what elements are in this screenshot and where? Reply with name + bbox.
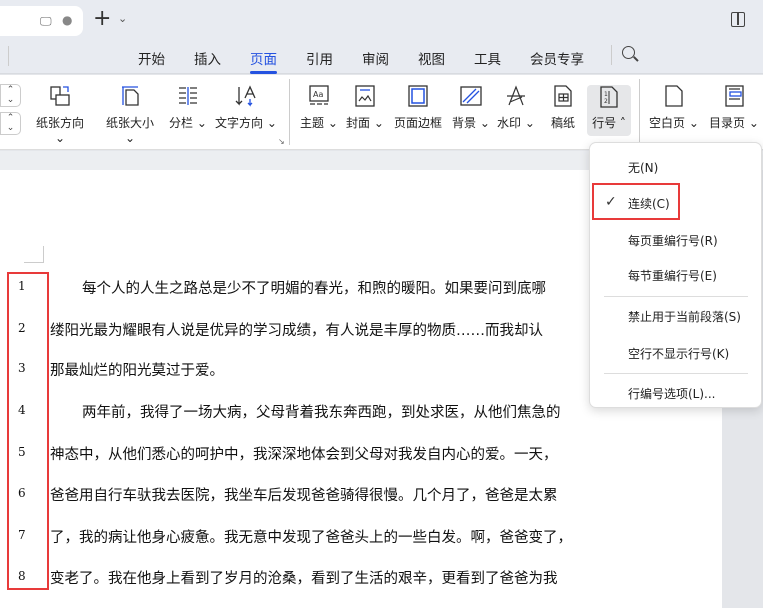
page-border-icon xyxy=(408,85,428,107)
unsaved-dot-icon: ● xyxy=(62,13,73,27)
text-line: 两年前，我得了一场大病，父母背着我东奔西跑，到处求医，从他们焦急的 xyxy=(82,405,561,421)
theme-icon: Aa xyxy=(309,85,329,105)
text-direction-icon xyxy=(235,85,256,107)
new-tab-button[interactable]: + xyxy=(93,6,111,31)
toc-page-icon xyxy=(725,85,744,107)
watermark-button[interactable]: 水印 ⌄ xyxy=(497,84,535,131)
columns-button[interactable]: 分栏 ⌄ xyxy=(168,84,208,131)
divider xyxy=(611,45,612,65)
line-numbers-dropdown: 无(N) ✓ 连续(C) 每页重编行号(R) 每节重编行号(E) 禁止用于当前段… xyxy=(589,142,762,408)
tab-member[interactable]: 会员专享 xyxy=(530,48,584,68)
menu-divider xyxy=(604,296,748,297)
text-line: 变老了。我在他身上看到了岁月的沧桑，看到了生活的艰辛，更看到了爸爸为我 xyxy=(50,571,558,587)
menu-item-hide-blank-lines[interactable]: 空行不显示行号(K) xyxy=(628,345,729,362)
background-icon xyxy=(460,86,482,106)
blank-page-button[interactable]: 空白页 ⌄ xyxy=(648,84,700,131)
cover-button[interactable]: 封面 ⌄ xyxy=(346,84,384,131)
svg-text:2: 2 xyxy=(604,98,608,105)
text-direction-button[interactable]: 文字方向 ⌄ xyxy=(215,84,277,131)
tab-view[interactable]: 视图 xyxy=(418,48,445,68)
text-line: 神态中，从他们悉心的呵护中，我深深地体会到父母对我发自内心的爱。一天， xyxy=(50,447,558,463)
manuscript-icon xyxy=(554,85,572,107)
ribbon-toolbar: ⌃ ⌄ ⌃ ⌄ 纸张方向 ⌄ 纸张大小 ⌄ 分栏 ⌄ 文字方向 ⌄ ↘ Aa 主题 … xyxy=(0,75,763,150)
menu-item-suppress-paragraph[interactable]: 禁止用于当前段落(S) xyxy=(628,308,741,325)
search-icon[interactable] xyxy=(622,46,635,59)
spinner-top[interactable]: ⌃ ⌄ xyxy=(0,84,21,107)
divider xyxy=(639,79,640,145)
menu-item-restart-each-section[interactable]: 每节重编行号(E) xyxy=(628,267,717,284)
menu-item-none[interactable]: 无(N) xyxy=(628,159,658,176)
orientation-button[interactable]: 纸张方向 ⌄ xyxy=(30,84,90,145)
manuscript-paper-button[interactable]: 稿纸 xyxy=(545,84,581,131)
menu-divider xyxy=(604,373,748,374)
svg-text:1: 1 xyxy=(604,91,608,98)
divider xyxy=(8,46,9,66)
margin-corner-mark xyxy=(24,246,44,263)
tab-tools[interactable]: 工具 xyxy=(474,48,501,68)
text-line: 了，我的病让他身心疲惫。我无意中发现了爸爸头上的一些白发。啊，爸爸变了， xyxy=(50,530,572,546)
continuous-highlight xyxy=(592,183,680,220)
columns-icon xyxy=(179,87,197,105)
tab-review[interactable]: 审阅 xyxy=(362,48,389,68)
paper-size-icon xyxy=(122,86,139,106)
line-numbers-button[interactable]: 12 行号 ˄ xyxy=(587,85,631,136)
tab-page[interactable]: 页面 xyxy=(250,48,277,74)
document-tab[interactable]: 🖵 ● xyxy=(0,6,83,36)
dialog-launcher-icon[interactable]: ↘ xyxy=(278,137,285,146)
tab-start[interactable]: 开始 xyxy=(138,48,165,68)
tab-references[interactable]: 引用 xyxy=(306,48,333,68)
monitor-icon: 🖵 xyxy=(40,14,52,28)
chevron-down-icon[interactable]: ⌄ xyxy=(118,12,127,25)
menu-item-restart-each-page[interactable]: 每页重编行号(R) xyxy=(628,232,718,249)
title-bar: 🖵 ● + ⌄ xyxy=(0,0,763,40)
background-button[interactable]: 背景 ⌄ xyxy=(452,84,490,131)
divider xyxy=(289,79,290,145)
spinner-bottom[interactable]: ⌃ ⌄ xyxy=(0,112,21,135)
text-line: 缕阳光最为耀眼有人说是优异的学习成绩，有人说是丰厚的物质……而我却认 xyxy=(50,323,543,339)
paper-size-button[interactable]: 纸张大小 ⌄ xyxy=(100,84,160,145)
orientation-icon xyxy=(50,86,70,106)
watermark-icon xyxy=(507,85,525,106)
line-numbers-highlight xyxy=(7,272,49,590)
toc-page-button[interactable]: 目录页 ⌄ xyxy=(707,84,761,131)
theme-button[interactable]: Aa 主题 ⌄ xyxy=(300,84,338,131)
menu-bar: 开始 插入 页面 引用 审阅 视图 工具 会员专享 xyxy=(0,40,763,74)
cover-icon xyxy=(355,85,375,107)
text-line: 爸爸用自行车驮我去医院，我坐车后发现爸爸骑得很慢。几个月了，爸爸是太累 xyxy=(50,488,558,504)
menu-item-line-number-options[interactable]: 行编号选项(L)... xyxy=(628,385,716,402)
tab-insert[interactable]: 插入 xyxy=(194,48,221,68)
sidebar-toggle-icon[interactable] xyxy=(731,12,745,27)
blank-page-icon xyxy=(665,85,683,107)
svg-text:Aa: Aa xyxy=(313,90,323,99)
text-line: 每个人的人生之路总是少不了明媚的春光，和煦的暖阳。如果要问到底哪 xyxy=(82,281,546,297)
line-numbers-icon: 12 xyxy=(600,86,618,108)
text-line: 那最灿烂的阳光莫过于爱。 xyxy=(50,363,224,379)
page-border-button[interactable]: 页面边框 xyxy=(392,84,444,131)
